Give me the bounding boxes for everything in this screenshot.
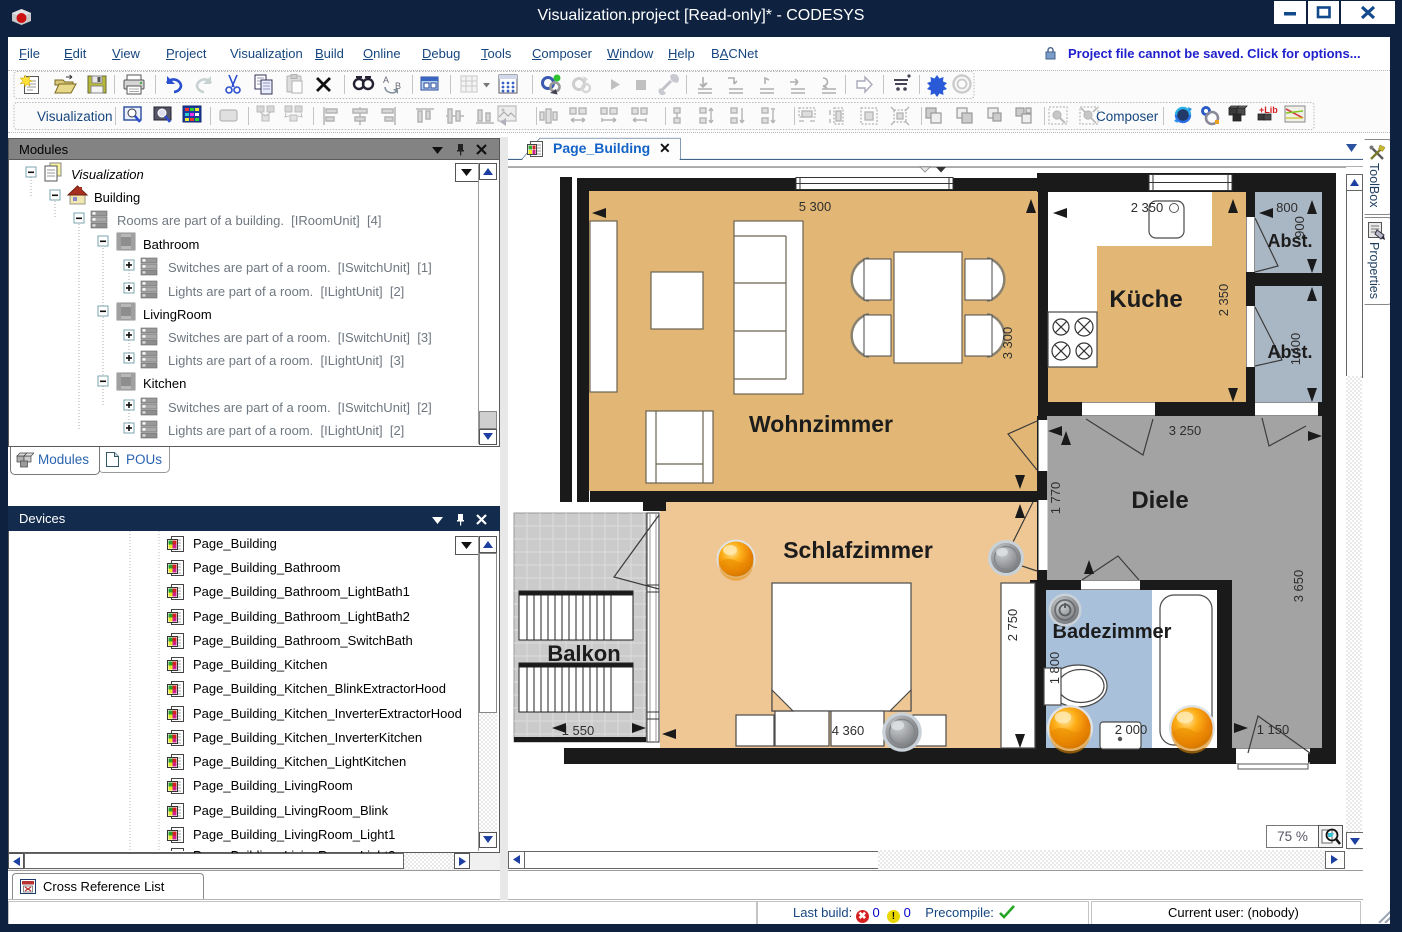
svg-text:Küche: Küche bbox=[1109, 286, 1182, 313]
svg-text:2 750: 2 750 bbox=[1005, 609, 1020, 642]
svg-text:3 650: 3 650 bbox=[1291, 570, 1306, 603]
svg-text:+Lib: +Lib bbox=[1259, 105, 1278, 115]
svg-text:4 360: 4 360 bbox=[832, 723, 865, 738]
svg-text:Composer: Composer bbox=[1096, 109, 1159, 124]
svg-text:5 300: 5 300 bbox=[799, 199, 832, 214]
svg-text:900: 900 bbox=[1292, 216, 1307, 238]
svg-text:2 350: 2 350 bbox=[1131, 200, 1164, 215]
svg-text:1 150: 1 150 bbox=[1257, 722, 1290, 737]
svg-text:1 550: 1 550 bbox=[562, 723, 595, 738]
svg-text:1 800: 1 800 bbox=[1047, 652, 1062, 685]
svg-text:Diele: Diele bbox=[1131, 487, 1188, 514]
svg-text:Visualization: Visualization bbox=[37, 109, 113, 124]
svg-text:3 300: 3 300 bbox=[1000, 327, 1015, 360]
svg-text:Balkon: Balkon bbox=[547, 641, 620, 666]
svg-text:A: A bbox=[383, 75, 389, 85]
svg-text:3 250: 3 250 bbox=[1169, 423, 1202, 438]
svg-text:1 770: 1 770 bbox=[1048, 482, 1063, 515]
svg-text:B: B bbox=[395, 81, 401, 91]
svg-text:2 350: 2 350 bbox=[1216, 284, 1231, 317]
svg-text:Wohnzimmer: Wohnzimmer bbox=[749, 411, 893, 437]
svg-text:Schlafzimmer: Schlafzimmer bbox=[783, 537, 933, 563]
svg-text:2 000: 2 000 bbox=[1115, 722, 1148, 737]
svg-text:1 400: 1 400 bbox=[1288, 333, 1303, 366]
svg-text:800: 800 bbox=[1276, 200, 1298, 215]
